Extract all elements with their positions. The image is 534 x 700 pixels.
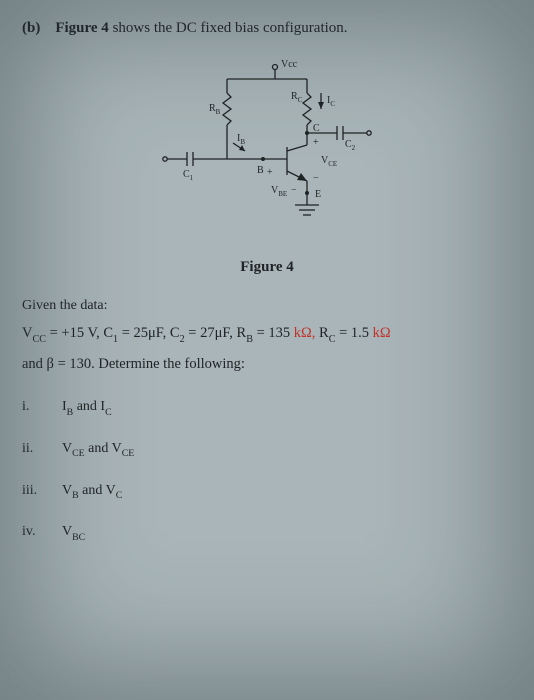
question-prompt: (b) Figure 4 shows the DC fixed bias con…: [22, 18, 512, 39]
svg-text:−: −: [313, 173, 319, 184]
part-marker: (b): [22, 20, 40, 36]
svg-text:C: C: [313, 123, 320, 134]
item-text: VB and VC: [62, 483, 122, 501]
figure-container: .w { stroke:#1f2325; stroke-width:1.3; f…: [22, 53, 512, 253]
item-number: ii.: [22, 441, 62, 457]
item-text: VCE and VCE: [62, 441, 134, 459]
svg-text:−: −: [291, 185, 297, 196]
svg-text:IB: IB: [237, 133, 245, 146]
circuit-diagram: .w { stroke:#1f2325; stroke-width:1.3; f…: [137, 53, 397, 253]
svg-text:C2: C2: [345, 139, 356, 152]
svg-text:RB: RB: [209, 103, 221, 116]
list-item: ii. VCE and VCE: [22, 441, 512, 459]
prompt-tail: shows the DC fixed bias configuration.: [113, 20, 348, 36]
given-heading: Given the data:: [22, 298, 512, 314]
subquestion-list: i. IB and IC ii. VCE and VCE iii. VB and…: [22, 399, 512, 542]
svg-text:B: B: [257, 165, 264, 176]
figure-caption: Figure 4: [22, 259, 512, 276]
svg-text:E: E: [315, 189, 321, 200]
svg-text:+: +: [267, 167, 273, 178]
item-text: IB and IC: [62, 399, 112, 417]
vcc-label: Vcc: [281, 59, 298, 70]
given-beta-line: and β = 130. Determine the following:: [22, 353, 512, 375]
item-number: iii.: [22, 483, 62, 499]
svg-text:VCE: VCE: [321, 155, 337, 168]
list-item: i. IB and IC: [22, 399, 512, 417]
svg-text:VBE: VBE: [271, 185, 287, 198]
figure-reference: Figure 4: [55, 20, 108, 36]
item-number: i.: [22, 399, 62, 415]
given-values: VCC = +15 V, C1 = 25μF, C2 = 27μF, RB = …: [22, 322, 512, 347]
list-item: iii. VB and VC: [22, 483, 512, 501]
item-number: iv.: [22, 524, 62, 540]
svg-text:C1: C1: [183, 169, 194, 182]
svg-text:+: +: [313, 137, 319, 148]
svg-text:RC: RC: [291, 91, 303, 104]
list-item: iv. VBC: [22, 524, 512, 542]
item-text: VBC: [62, 524, 85, 542]
svg-text:IC: IC: [327, 95, 335, 108]
